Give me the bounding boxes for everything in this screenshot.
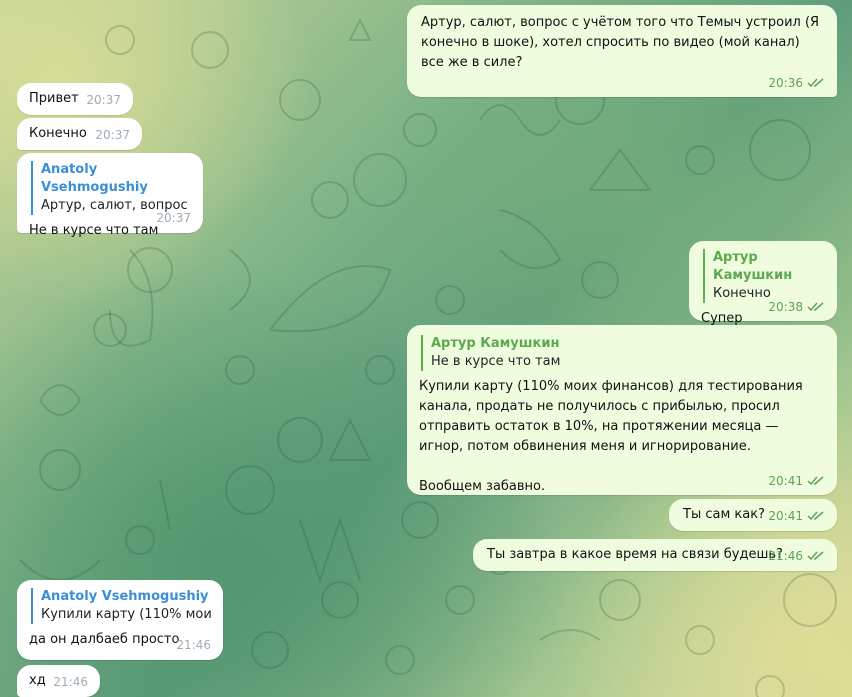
message-text: Ты завтра в какое время на связи будешь? bbox=[487, 547, 783, 562]
message-text: Конечно bbox=[29, 126, 87, 141]
double-check-icon bbox=[807, 476, 824, 486]
message-meta: 20:37 bbox=[156, 208, 191, 228]
message-meta: 20:41 bbox=[768, 506, 825, 526]
message-bubble[interactable]: Артур Камушкин Конечно Супер 20:38 bbox=[689, 241, 837, 326]
message-time: 21:46 bbox=[53, 675, 88, 689]
reply-author: Артур Камушкин bbox=[713, 250, 793, 283]
message-meta: 20:38 bbox=[768, 297, 825, 317]
message-bubble[interactable]: Anatoly Vsehmogushiy Купили карту (110% … bbox=[17, 580, 223, 660]
message-time: 20:37 bbox=[95, 128, 130, 142]
message-time: 20:37 bbox=[156, 211, 191, 225]
message-meta: 21:46 bbox=[768, 546, 825, 566]
message-bubble[interactable]: Ты сам как? 20:41 bbox=[669, 499, 837, 531]
reply-author: Артур Камушкин bbox=[431, 336, 560, 351]
message-time: 20:36 bbox=[768, 76, 803, 90]
message-meta: 20:36 bbox=[768, 73, 825, 93]
message-text: Купили карту (110% моих финансов) для те… bbox=[419, 379, 803, 494]
message-text: Ты сам как? bbox=[683, 507, 765, 522]
message-bubble[interactable]: Привет 20:37 bbox=[17, 83, 133, 115]
message-bubble[interactable]: Конечно 20:37 bbox=[17, 118, 142, 150]
double-check-icon bbox=[807, 78, 824, 88]
message-text: Артур, салют, вопрос с учётом того что Т… bbox=[421, 15, 824, 70]
message-bubble[interactable]: Артур, салют, вопрос с учётом того что Т… bbox=[407, 5, 837, 97]
reply-snippet: Купили карту (110% моих... bbox=[41, 607, 211, 622]
reply-quote[interactable]: Артур Камушкин Конечно bbox=[703, 249, 825, 303]
double-check-icon bbox=[807, 302, 824, 312]
message-time: 20:37 bbox=[86, 93, 121, 107]
reply-quote[interactable]: Артур Камушкин Не в курсе что там bbox=[421, 335, 825, 371]
message-text: Привет bbox=[29, 91, 79, 106]
reply-quote[interactable]: Anatoly Vsehmogushiy Купили карту (110% … bbox=[31, 588, 211, 624]
message-time: 21:46 bbox=[176, 638, 211, 652]
double-check-icon bbox=[807, 511, 824, 521]
message-bubble[interactable]: Артур Камушкин Не в курсе что там Купили… bbox=[407, 325, 837, 495]
message-text: хд bbox=[29, 673, 46, 688]
message-time: 21:46 bbox=[768, 549, 803, 563]
double-check-icon bbox=[807, 551, 824, 561]
message-meta: 20:37 bbox=[95, 125, 130, 145]
message-meta: 20:41 bbox=[768, 471, 825, 491]
message-meta: 21:46 bbox=[53, 672, 88, 692]
message-meta: 20:37 bbox=[86, 90, 121, 110]
message-time: 20:41 bbox=[768, 509, 803, 523]
reply-snippet: Не в курсе что там bbox=[431, 354, 561, 369]
reply-quote[interactable]: Anatoly Vsehmogushiy Артур, салют, вопро… bbox=[31, 161, 191, 215]
message-meta: 21:46 bbox=[176, 635, 211, 655]
message-time: 20:41 bbox=[768, 474, 803, 488]
message-bubble[interactable]: Ты завтра в какое время на связи будешь?… bbox=[473, 539, 837, 571]
message-bubble[interactable]: Anatoly Vsehmogushiy Артур, салют, вопро… bbox=[17, 153, 203, 238]
reply-author: Anatoly Vsehmogushiy bbox=[41, 589, 209, 604]
message-bubble[interactable]: хд 21:46 bbox=[17, 665, 100, 697]
reply-author: Anatoly Vsehmogushiy bbox=[41, 162, 148, 195]
message-time: 20:38 bbox=[768, 300, 803, 314]
